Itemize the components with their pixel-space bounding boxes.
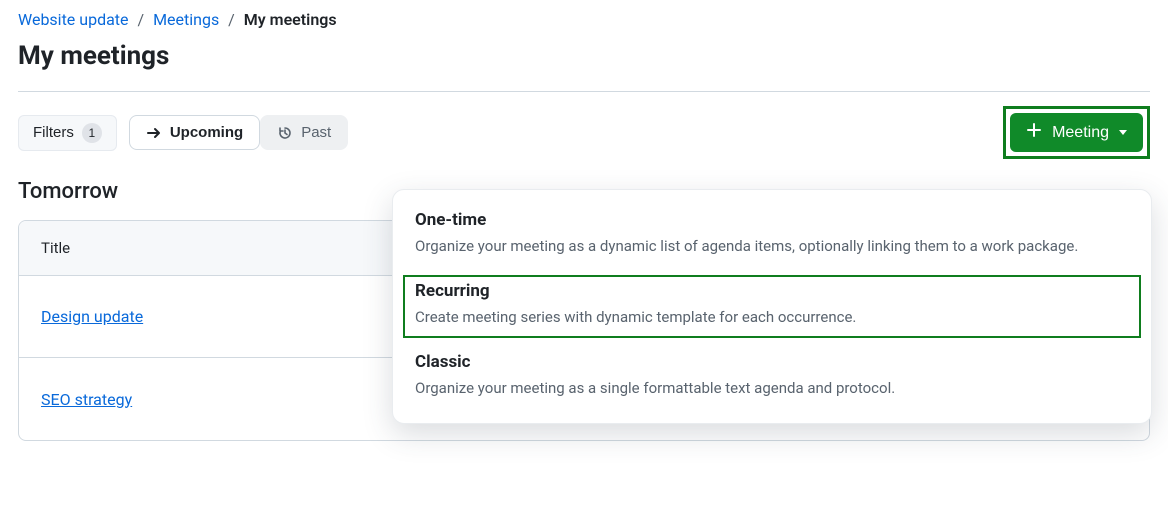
breadcrumb-current: My meetings — [244, 10, 337, 29]
col-title: Title — [41, 239, 70, 257]
dropdown-item-title: Classic — [415, 352, 1129, 372]
toolbar: Filters 1 Upcoming Past Meeting — [18, 106, 1150, 159]
page-title: My meetings — [18, 41, 1150, 71]
filters-button[interactable]: Filters 1 — [18, 115, 117, 151]
add-meeting-button[interactable]: Meeting — [1010, 113, 1143, 152]
dropdown-item-desc: Create meeting series with dynamic templ… — [415, 307, 1129, 328]
tab-upcoming-label: Upcoming — [170, 124, 243, 141]
breadcrumb-sep: / — [228, 10, 235, 29]
dropdown-item-desc: Organize your meeting as a dynamic list … — [415, 236, 1129, 257]
tab-past-label: Past — [301, 124, 331, 141]
meeting-title-link[interactable]: Design update — [41, 307, 416, 326]
filters-label: Filters — [33, 124, 74, 141]
breadcrumb: Website update / Meetings / My meetings — [18, 10, 1150, 29]
dropdown-item-desc: Organize your meeting as a single format… — [415, 378, 1129, 399]
dropdown-item-one-time[interactable]: One-time Organize your meeting as a dyna… — [393, 200, 1151, 271]
meeting-button-highlight: Meeting — [1003, 106, 1150, 159]
meeting-type-dropdown: One-time Organize your meeting as a dyna… — [392, 189, 1152, 424]
breadcrumb-link-meetings[interactable]: Meetings — [153, 10, 219, 29]
tab-past[interactable]: Past — [260, 115, 348, 150]
breadcrumb-link-project[interactable]: Website update — [18, 10, 129, 29]
toolbar-left: Filters 1 Upcoming Past — [18, 115, 348, 151]
arrow-right-icon — [146, 125, 162, 141]
dropdown-item-title: One-time — [415, 210, 1129, 230]
breadcrumb-sep: / — [137, 10, 144, 29]
meeting-title-link[interactable]: SEO strategy — [41, 390, 416, 409]
dropdown-item-recurring[interactable]: Recurring Create meeting series with dyn… — [399, 271, 1145, 342]
chevron-down-icon — [1119, 130, 1127, 135]
filters-count: 1 — [82, 123, 102, 143]
view-segmented: Upcoming Past — [129, 115, 348, 150]
tab-upcoming[interactable]: Upcoming — [129, 115, 260, 150]
dropdown-item-title: Recurring — [415, 281, 1129, 301]
history-icon — [277, 125, 293, 141]
dropdown-item-classic[interactable]: Classic Organize your meeting as a singl… — [393, 342, 1151, 413]
plus-icon — [1026, 122, 1042, 143]
divider — [18, 91, 1150, 92]
add-meeting-label: Meeting — [1052, 124, 1109, 142]
